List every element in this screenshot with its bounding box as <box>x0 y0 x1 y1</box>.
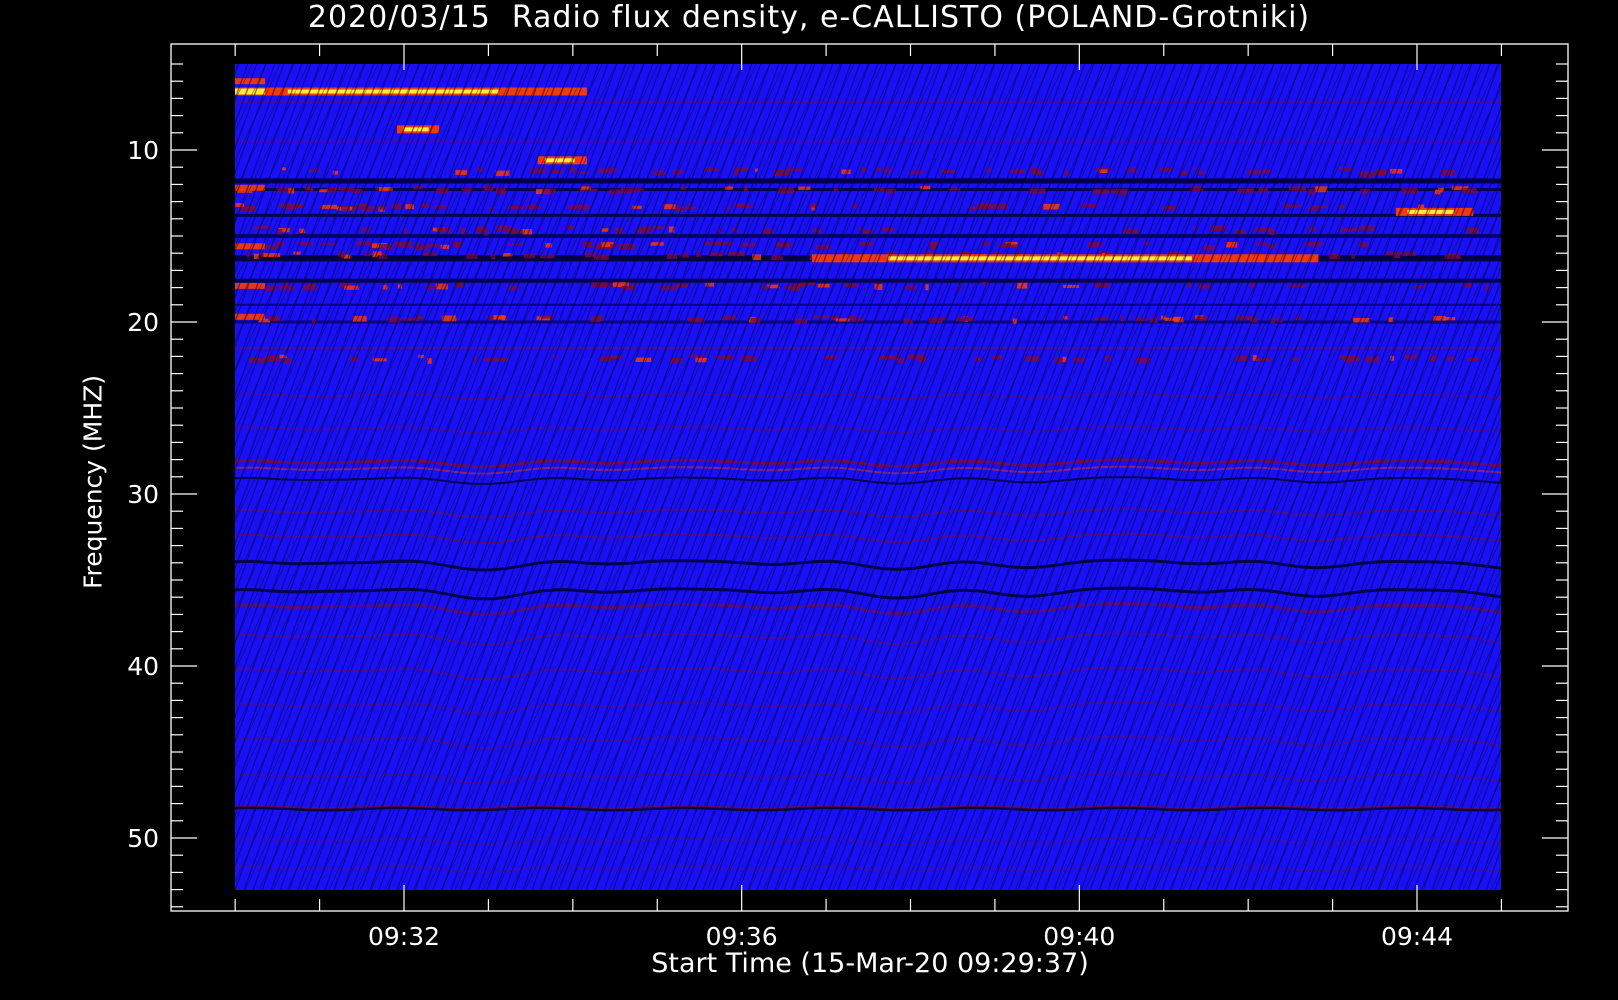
y-tick-label: 30 <box>127 480 159 509</box>
heatmap-texture-2 <box>235 64 1501 890</box>
x-tick-label: 09:36 <box>706 922 778 951</box>
plot-area: 10 20 30 40 50 09:32 09:36 09:40 09:44 <box>127 43 1569 951</box>
y-axis-label: Frequency (MHZ) <box>78 374 108 590</box>
y-tick-label: 50 <box>127 824 159 853</box>
y-tick-label: 20 <box>127 308 159 337</box>
x-tick-label: 09:32 <box>368 922 440 951</box>
x-axis-label: Start Time (15-Mar-20 09:29:37) <box>651 948 1089 979</box>
y-tick-label: 40 <box>127 652 159 681</box>
spectrogram-figure: 2020/03/15 Radio flux density, e-CALLIST… <box>0 0 1618 1000</box>
x-tick-label: 09:40 <box>1043 922 1115 951</box>
x-tick-label: 09:44 <box>1381 922 1453 951</box>
spectrogram-heatmap <box>234 64 1502 890</box>
y-tick-label: 10 <box>127 136 159 165</box>
